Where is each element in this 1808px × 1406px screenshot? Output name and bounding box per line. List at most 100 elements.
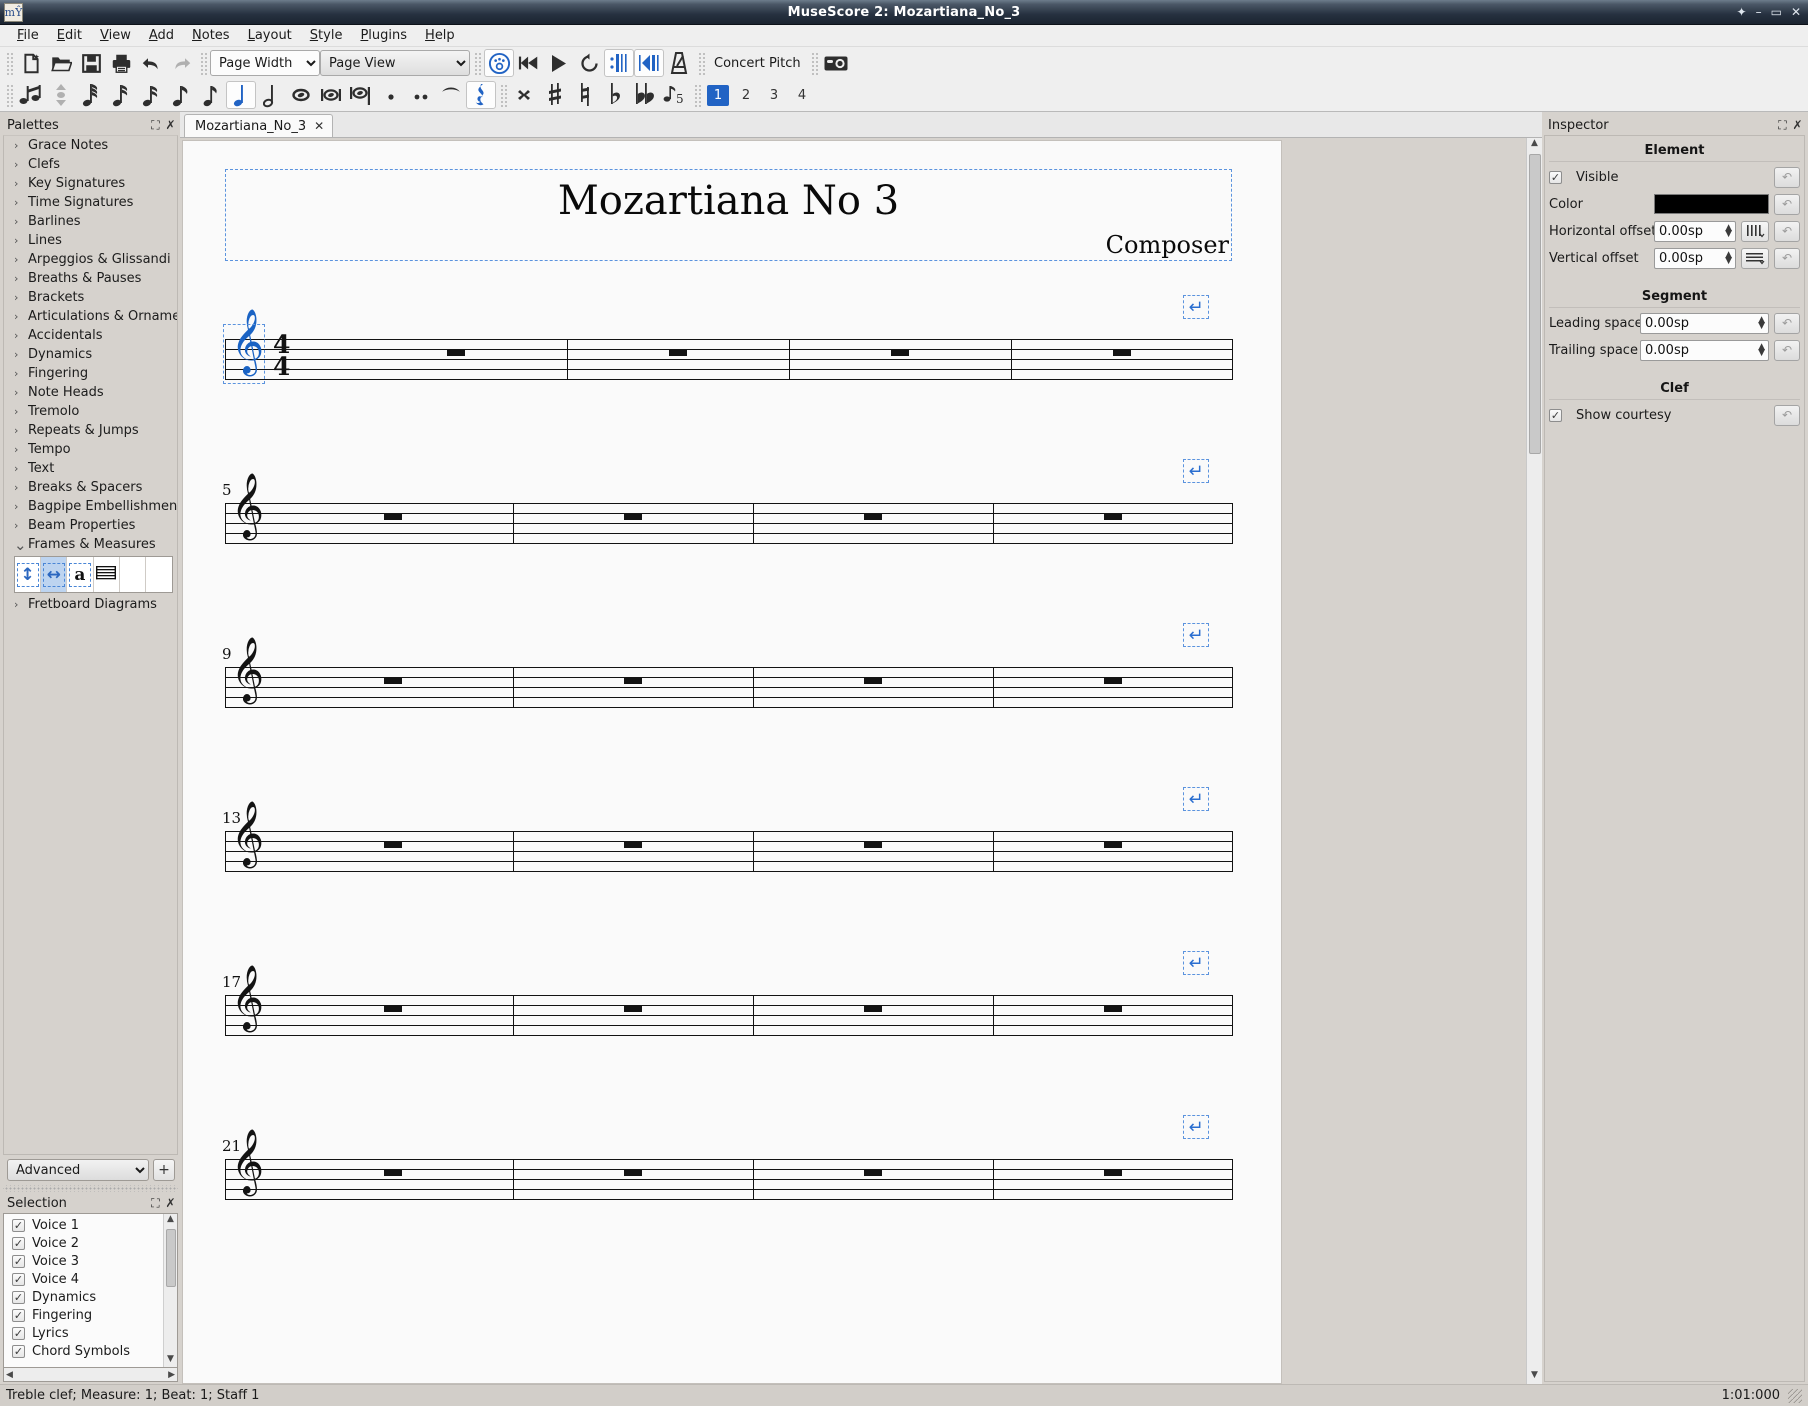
- menu-plugins[interactable]: Plugins: [351, 26, 416, 45]
- barline-end[interactable]: [1232, 1159, 1233, 1200]
- color-swatch[interactable]: [1654, 194, 1769, 214]
- inspector-undock-icon[interactable]: ⛶: [1775, 118, 1790, 133]
- barline[interactable]: [225, 831, 226, 872]
- menu-help[interactable]: Help: [416, 26, 464, 45]
- view-mode-select[interactable]: Page View: [320, 50, 470, 76]
- score-composer[interactable]: Composer: [1106, 231, 1229, 259]
- palette-cell-vertical-frame[interactable]: ↕: [15, 557, 42, 592]
- rewind-icon[interactable]: [514, 49, 544, 77]
- frames-and-measures-cells[interactable]: ↕ ↔ a: [14, 556, 173, 593]
- barline[interactable]: [993, 503, 994, 544]
- barline[interactable]: [513, 503, 514, 544]
- flat-icon[interactable]: [600, 81, 630, 109]
- trailing-space-input[interactable]: 0.00sp ▲ ▼: [1640, 339, 1769, 361]
- treble-clef[interactable]: 𝄞: [231, 970, 264, 1026]
- show-courtesy-checkbox[interactable]: ✓ Show courtesy: [1549, 408, 1769, 423]
- palette-row-lines[interactable]: › Lines: [4, 231, 177, 250]
- toolbar-grip[interactable]: [5, 51, 13, 75]
- whole-measure-rest[interactable]: [384, 678, 402, 684]
- double-sharp-icon[interactable]: [510, 81, 540, 109]
- rest-icon[interactable]: [466, 81, 496, 109]
- eighth-note-alt-icon[interactable]: [196, 81, 226, 109]
- system-break-marker[interactable]: ↵: [1183, 1115, 1209, 1139]
- vertical-offset-reset-icon[interactable]: ↶: [1774, 247, 1800, 269]
- whole-measure-rest[interactable]: [624, 842, 642, 848]
- barline[interactable]: [567, 339, 568, 380]
- image-capture-icon[interactable]: [821, 49, 851, 77]
- whole-measure-rest[interactable]: [384, 514, 402, 520]
- system-break-marker[interactable]: ↵: [1183, 623, 1209, 647]
- leading-space-stepper[interactable]: ▲ ▼: [1758, 315, 1768, 331]
- color-reset-icon[interactable]: ↶: [1774, 193, 1800, 215]
- whole-measure-rest[interactable]: [1104, 1170, 1122, 1176]
- canvas-scroll-down-icon[interactable]: ▼: [1531, 1370, 1538, 1384]
- trailing-space-reset-icon[interactable]: ↶: [1774, 339, 1800, 361]
- barline[interactable]: [225, 503, 226, 544]
- palette-row-text[interactable]: › Text: [4, 459, 177, 478]
- palette-row-breaths-pauses[interactable]: › Breaths & Pauses: [4, 269, 177, 288]
- canvas-scroll-thumb[interactable]: [1528, 154, 1541, 454]
- zoom-toolbar-grip[interactable]: [199, 51, 207, 75]
- horizontal-offset-input[interactable]: 0.00sp ▲ ▼: [1654, 220, 1736, 242]
- palette-row-tremolo[interactable]: › Tremolo: [4, 402, 177, 421]
- checkbox-icon[interactable]: ✓: [12, 1344, 25, 1358]
- palette-row-grace-notes[interactable]: › Grace Notes: [4, 136, 177, 155]
- palette-row-breaks-spacers[interactable]: › Breaks & Spacers: [4, 478, 177, 497]
- whole-measure-rest[interactable]: [669, 350, 687, 356]
- checkbox-icon[interactable]: ✓: [12, 1218, 25, 1232]
- whole-measure-rest[interactable]: [891, 350, 909, 356]
- staff-system-5[interactable]: [225, 995, 1233, 1036]
- barline[interactable]: [513, 995, 514, 1036]
- barline[interactable]: [753, 831, 754, 872]
- barline[interactable]: [225, 1159, 226, 1200]
- whole-measure-rest[interactable]: [864, 1006, 882, 1012]
- whole-measure-rest[interactable]: [624, 1170, 642, 1176]
- palettes-close-icon[interactable]: ✗: [163, 118, 178, 132]
- staff-system-1[interactable]: [225, 339, 1233, 380]
- resize-grip[interactable]: [1788, 1388, 1802, 1403]
- barline-end[interactable]: [1232, 667, 1233, 708]
- menu-file[interactable]: File: [8, 26, 48, 45]
- palette-row-beam-properties[interactable]: › Beam Properties: [4, 516, 177, 535]
- selection-hscrollbar[interactable]: ◀ ▶: [3, 1368, 178, 1382]
- play-icon[interactable]: [544, 49, 574, 77]
- barline-end[interactable]: [1232, 831, 1233, 872]
- close-window-button[interactable]: ✕: [1791, 6, 1801, 18]
- note-pitch-stepper-icon[interactable]: [46, 81, 76, 109]
- checkbox-icon[interactable]: ✓: [12, 1272, 25, 1286]
- palette-row-clefs[interactable]: › Clefs: [4, 155, 177, 174]
- breve-note-icon[interactable]: [316, 81, 346, 109]
- tie-icon[interactable]: [436, 81, 466, 109]
- concert-pitch-label[interactable]: Concert Pitch: [708, 56, 807, 71]
- title-frame[interactable]: Mozartiana No 3 Composer: [225, 169, 1232, 261]
- palette-cell-horizontal-frame[interactable]: ↔: [41, 557, 68, 592]
- staff-system-6[interactable]: [225, 1159, 1233, 1200]
- dock-splitter[interactable]: [3, 1185, 178, 1192]
- staff-system-3[interactable]: [225, 667, 1233, 708]
- longa-note-icon[interactable]: [346, 81, 376, 109]
- double-flat-icon[interactable]: [630, 81, 660, 109]
- inspector-close-icon[interactable]: ✗: [1790, 118, 1805, 132]
- palettes-undock-icon[interactable]: ⛶: [148, 118, 163, 133]
- whole-measure-rest[interactable]: [864, 678, 882, 684]
- minimize-button[interactable]: –: [1756, 6, 1762, 18]
- play-repeats-icon[interactable]: [604, 49, 634, 77]
- quarter-note-icon[interactable]: [226, 81, 256, 109]
- menu-layout[interactable]: Layout: [239, 26, 301, 45]
- selection-item-dynamics[interactable]: ✓ Dynamics: [4, 1288, 163, 1306]
- voice-4-button[interactable]: 4: [791, 85, 813, 106]
- window-controls[interactable]: ✦ – ▭ ✕: [1737, 6, 1801, 18]
- palette-row-fingering[interactable]: › Fingering: [4, 364, 177, 383]
- barline[interactable]: [513, 667, 514, 708]
- vertical-offset-input[interactable]: 0.00sp ▲ ▼: [1654, 247, 1736, 269]
- checkbox-icon[interactable]: ✓: [12, 1254, 25, 1268]
- system-break-marker[interactable]: ↵: [1183, 951, 1209, 975]
- playback-toolbar-grip[interactable]: [473, 51, 481, 75]
- treble-clef[interactable]: 𝄞: [231, 642, 264, 698]
- note-input-mode-icon[interactable]: [16, 81, 46, 109]
- barline-end[interactable]: [1232, 339, 1233, 380]
- whole-measure-rest[interactable]: [447, 350, 465, 356]
- print-icon[interactable]: [106, 49, 136, 77]
- barline[interactable]: [993, 995, 994, 1036]
- score-page[interactable]: Mozartiana No 3 Composer ↵ 𝄞 4 4 ↵ 5 𝄞 ↵ 9 𝄞 ↵ 13 𝄞 ↵…: [182, 140, 1282, 1384]
